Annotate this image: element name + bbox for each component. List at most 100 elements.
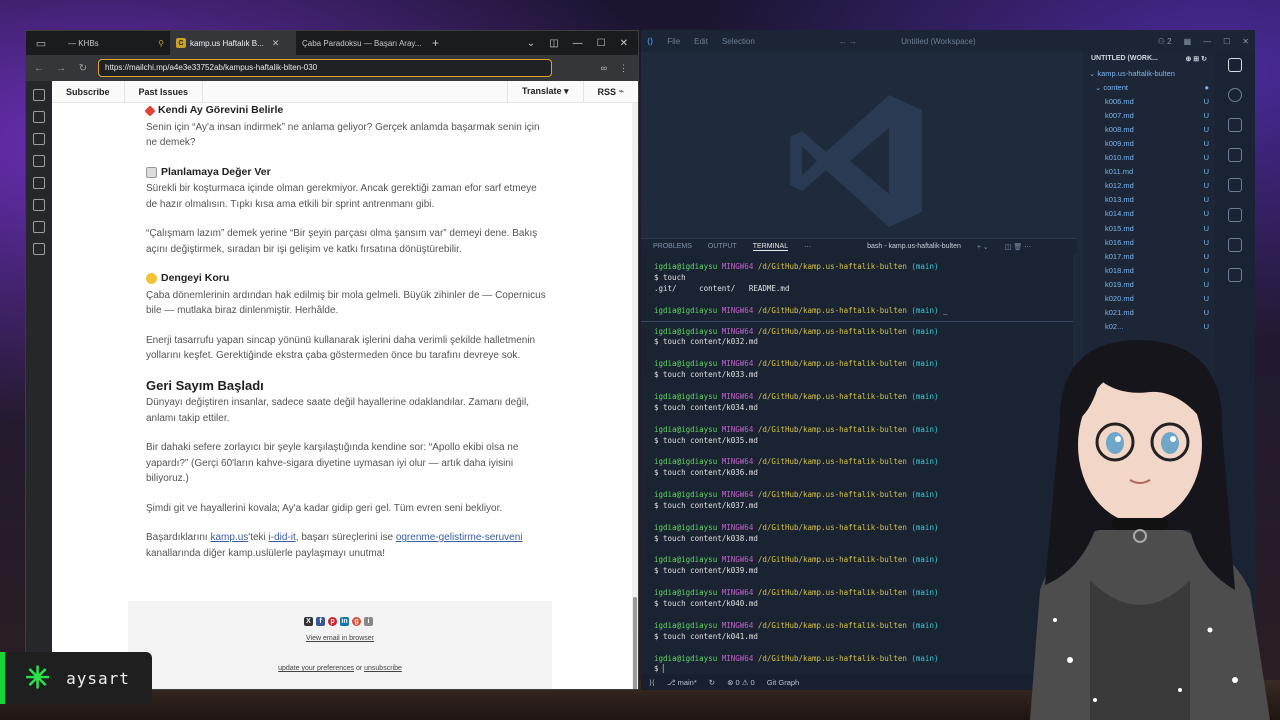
minimize-button[interactable]: — [1203,37,1211,46]
reader-mode-icon[interactable]: ∞ [601,63,607,74]
more-icon[interactable]: ⋯ [804,243,811,251]
explorer-actions[interactable]: ⊕ ⊞ ↻ [1186,55,1208,63]
unsubscribe-link[interactable]: unsubscribe [364,665,402,672]
tab-bar: ▭ — KHBs ⚲ C kamp.us Haftalık B... ✕ Çab… [26,31,638,55]
social-icons: X f p in g i [304,617,373,626]
forward-icon[interactable]: → [54,63,68,74]
testing-icon[interactable] [1228,238,1242,252]
subscribe-link[interactable]: Subscribe [52,81,125,103]
menu-selection[interactable]: Selection [722,37,755,46]
file-item[interactable]: k019.md U [1083,277,1215,291]
remote-indicator-icon[interactable]: ⟩⟨ [649,678,655,687]
file-item[interactable]: k021.md U [1083,306,1215,320]
new-tab-button[interactable]: + [426,31,446,55]
x-icon[interactable]: X [304,617,313,626]
split-view-icon[interactable]: ◫ [549,38,558,49]
apps-icon[interactable] [33,133,45,145]
close-window-button[interactable]: ✕ [1242,37,1249,46]
layout-icon[interactable]: ▦ [1184,37,1192,46]
page-scrollbar[interactable] [632,103,638,689]
maximize-button[interactable]: ☐ [597,38,606,49]
list-icon[interactable] [33,221,45,233]
search-icon[interactable] [1228,88,1242,102]
file-item[interactable]: k015.md U [1083,221,1215,235]
streamer-badge: ✳ aysart [0,652,152,704]
address-bar[interactable]: https://mailchi.mp/a4e3e33752ab/kampus-h… [98,59,552,77]
update-preferences-link[interactable]: update your preferences [278,665,354,672]
branch-status[interactable]: ⎇ main* [667,678,697,687]
extensions-icon[interactable] [1228,178,1242,192]
maximize-button[interactable]: ☐ [1223,37,1230,46]
accounts-icon[interactable]: ⚇ 2 [1158,37,1172,46]
rss-icon: ⌁ [618,86,624,96]
google-icon[interactable]: g [352,617,361,626]
file-item[interactable]: k017.md U [1083,249,1215,263]
window-controls: ⌄ ◫ — ☐ ✕ [527,38,638,49]
git-graph-status[interactable]: Git Graph [767,678,800,687]
folder-icon[interactable] [33,243,45,255]
nav-arrows[interactable]: ← → [839,37,857,46]
menu-edit[interactable]: Edit [694,37,708,46]
file-item[interactable]: k018.md U [1083,263,1215,277]
tab-problems[interactable]: PROBLEMS [653,243,692,250]
file-item[interactable]: k014.md U [1083,207,1215,221]
rss-link[interactable]: RSS ⌁ [582,81,638,103]
file-item[interactable]: k011.md U [1083,165,1215,179]
calendar-icon[interactable] [33,155,45,167]
minimize-button[interactable]: — [573,38,583,49]
tab-khbs[interactable]: — KHBs ⚲ [50,31,170,55]
view-in-browser-link[interactable]: View email in browser [128,635,552,642]
file-item[interactable]: k012.md U [1083,179,1215,193]
git-graph-icon[interactable] [1228,268,1242,282]
branch-icon[interactable] [33,111,45,123]
linkedin-icon[interactable]: in [340,617,349,626]
remote-icon[interactable] [1228,208,1242,222]
menu-icon[interactable]: ⋮ [619,63,628,74]
past-issues-link[interactable]: Past Issues [125,81,204,103]
section-heading: Planlamaya Değer Ver [146,165,546,181]
file-item[interactable]: k016.md U [1083,235,1215,249]
close-icon[interactable]: ✕ [272,38,280,49]
tab-terminal[interactable]: TERMINAL [752,243,789,251]
bookmarks-icon[interactable] [33,89,45,101]
file-item[interactable]: k008.md U [1083,122,1215,136]
workspace-root[interactable]: ⌄ kamp.us-haftalik-bulten [1083,66,1215,80]
paragraph: Şimdi git ve hayallerini kovala; Ay'a ka… [146,502,503,514]
file-item[interactable]: k013.md U [1083,193,1215,207]
file-list: k006.md Uk007.md Uk008.md Uk009.md Uk010.md U… [1083,94,1215,334]
tab-caba-paradoksu[interactable]: Çaba Paradoksu — Başarı Aray... [296,31,426,55]
facebook-icon[interactable]: f [316,617,325,626]
copy-icon[interactable] [33,177,45,189]
reload-icon[interactable]: ↻ [76,63,90,74]
folder-content[interactable]: ⌄ content ● [1083,80,1215,94]
source-control-icon[interactable] [1228,118,1242,132]
pinterest-icon[interactable]: p [328,617,337,626]
tab-output[interactable]: OUTPUT [708,243,737,250]
close-window-button[interactable]: ✕ [620,38,628,49]
chevron-down-icon[interactable]: ⌄ [527,38,535,49]
file-item[interactable]: k010.md U [1083,151,1215,165]
terminal-icon[interactable] [33,199,45,211]
tab-kampus-bulten[interactable]: C kamp.us Haftalık B... ✕ [170,31,296,55]
file-item[interactable]: k009.md U [1083,136,1215,150]
sidebar-toggle-icon[interactable]: ▭ [32,34,50,52]
explorer-icon[interactable] [1228,58,1242,72]
menu-file[interactable]: File [667,37,680,46]
back-icon[interactable]: ← [32,63,46,74]
translate-dropdown[interactable]: Translate ▾ [507,81,583,103]
sync-icon[interactable]: ↻ [709,678,715,687]
new-terminal-icon[interactable]: + ⌄ [977,243,989,251]
file-item[interactable]: k006.md U [1083,94,1215,108]
file-item[interactable]: k020.md U [1083,292,1215,306]
i-did-it-link[interactable]: i-did-it [269,532,296,543]
command-center-search[interactable]: Untitled (Workspace) [901,37,976,46]
file-item[interactable]: k007.md U [1083,108,1215,122]
ogrenme-link[interactable]: ogrenme-gelistirme-seruveni [396,532,523,543]
scroll-thumb[interactable] [633,597,637,689]
run-debug-icon[interactable] [1228,148,1242,162]
problems-status[interactable]: ⊗ 0 ⚠ 0 [727,678,755,687]
terminal-shell-label[interactable]: bash - kamp.us-haftalik-bulten [867,243,961,250]
instapaper-icon[interactable]: i [364,617,373,626]
terminal-actions[interactable]: ◫ 🗑 ⋯ [1005,243,1031,251]
kampus-link[interactable]: kamp.us [210,532,248,543]
